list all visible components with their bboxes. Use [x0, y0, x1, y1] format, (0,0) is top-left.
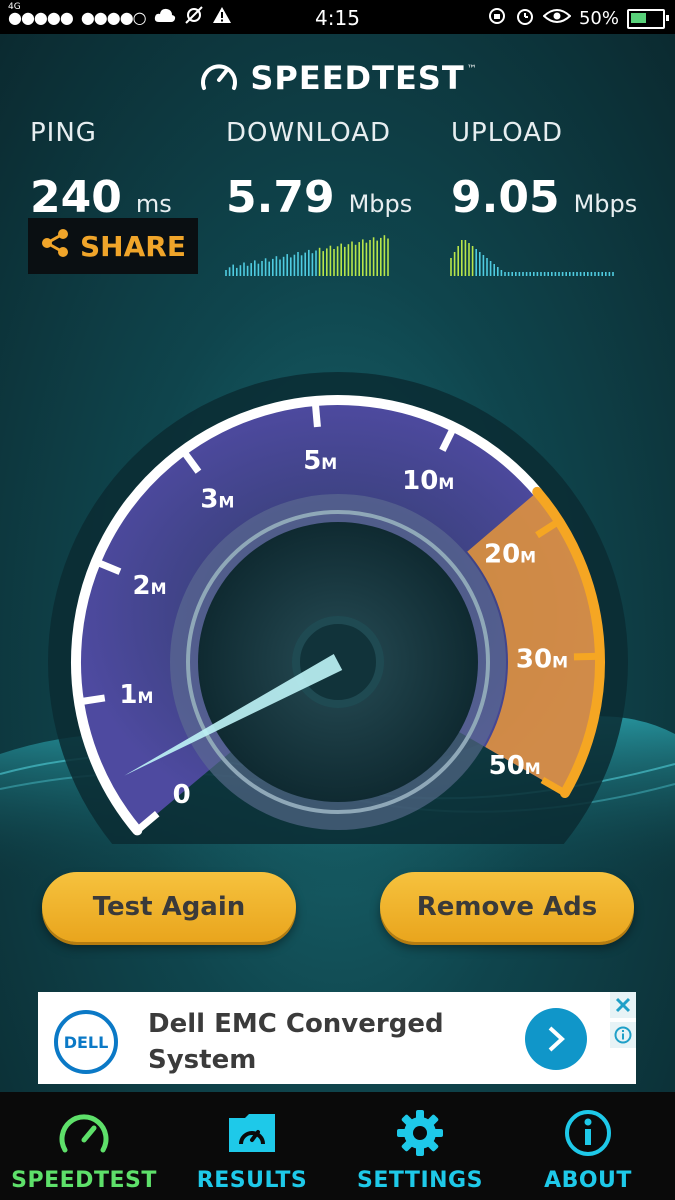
speedometer-logo-icon [198, 58, 240, 98]
dell-logo: DELL [54, 1010, 118, 1074]
info-icon [614, 1026, 632, 1044]
battery-percent: 50% [578, 8, 619, 29]
app-logo-text: SPEEDTEST [250, 59, 465, 97]
remove-ads-button[interactable]: Remove Ads [380, 872, 634, 942]
app-logo: SPEEDTEST ™ [0, 58, 675, 98]
battery-fill [631, 12, 646, 23]
tab-speedtest[interactable]: SPEEDTEST [0, 1092, 168, 1200]
folder-speed-icon [225, 1108, 279, 1158]
upload-metric: UPLOAD 9.05 Mbps [451, 118, 637, 223]
download-value: 5.79 [226, 172, 335, 223]
status-bar: 4G ●●●●● ●●●●○ 4:15 50% [0, 0, 675, 34]
gauge-tick [573, 652, 601, 661]
gauge-tick [78, 694, 106, 706]
battery-icon [627, 8, 669, 29]
tab-results[interactable]: RESULTS [168, 1092, 336, 1200]
ad-go-button[interactable] [525, 1008, 587, 1070]
speedometer-icon [57, 1108, 111, 1158]
download-unit: Mbps [348, 190, 413, 218]
share-label: SHARE [80, 229, 186, 263]
upload-value-row: 9.05 Mbps [451, 172, 637, 223]
speedtest-screen: SPEEDTEST ™ PING 240 ms DOWNLOAD 5.79 Mb… [0, 34, 675, 1092]
ad-close-button[interactable] [610, 992, 636, 1018]
ping-value-row: 240 ms [30, 172, 172, 223]
gauge-tick [311, 400, 321, 428]
chevron-right-icon [548, 1026, 565, 1052]
tab-results-label: RESULTS [196, 1168, 308, 1193]
eye-icon [542, 8, 572, 29]
ad-line-2: System [148, 1045, 257, 1075]
share-icon [40, 228, 70, 265]
test-again-button[interactable]: Test Again [42, 872, 296, 942]
alarm-icon [515, 6, 535, 31]
info-circle-icon [563, 1108, 613, 1158]
ping-label: PING [30, 118, 97, 148]
ping-metric: PING 240 ms [30, 118, 172, 223]
bottom-tab-bar: SPEEDTEST RESULTS SETTINGS ABOUT [0, 1092, 675, 1200]
upload-sparkline [450, 240, 614, 276]
gauge-tick-label: 0 [173, 780, 191, 810]
upload-label: UPLOAD [451, 118, 564, 148]
rotation-lock-icon [487, 6, 507, 31]
ad-line-1: Dell EMC Converged [148, 1009, 444, 1039]
trademark: ™ [466, 63, 477, 75]
ping-unit: ms [135, 190, 172, 218]
tab-about-label: ABOUT [544, 1168, 632, 1193]
close-icon [615, 997, 631, 1013]
tab-settings-label: SETTINGS [357, 1168, 483, 1193]
ad-info-button[interactable] [610, 1022, 636, 1048]
share-button[interactable]: SHARE [28, 218, 198, 274]
ad-headline: Dell EMC Converged System [148, 1006, 468, 1078]
download-metric: DOWNLOAD 5.79 Mbps [226, 118, 412, 223]
tab-about[interactable]: ABOUT [504, 1092, 672, 1200]
speed-gauge: 01M2M3M5M10M20M30M50M [48, 372, 628, 844]
tab-settings[interactable]: SETTINGS [336, 1092, 504, 1200]
upload-unit: Mbps [573, 190, 638, 218]
gear-icon [395, 1108, 445, 1158]
upload-value: 9.05 [451, 172, 560, 223]
ping-value: 240 [30, 172, 122, 223]
download-value-row: 5.79 Mbps [226, 172, 412, 223]
download-sparkline [225, 235, 389, 276]
tab-speedtest-label: SPEEDTEST [11, 1168, 157, 1193]
download-label: DOWNLOAD [226, 118, 392, 148]
status-right: 50% [487, 6, 669, 31]
ad-banner[interactable]: DELL Dell EMC Converged System [38, 992, 636, 1084]
